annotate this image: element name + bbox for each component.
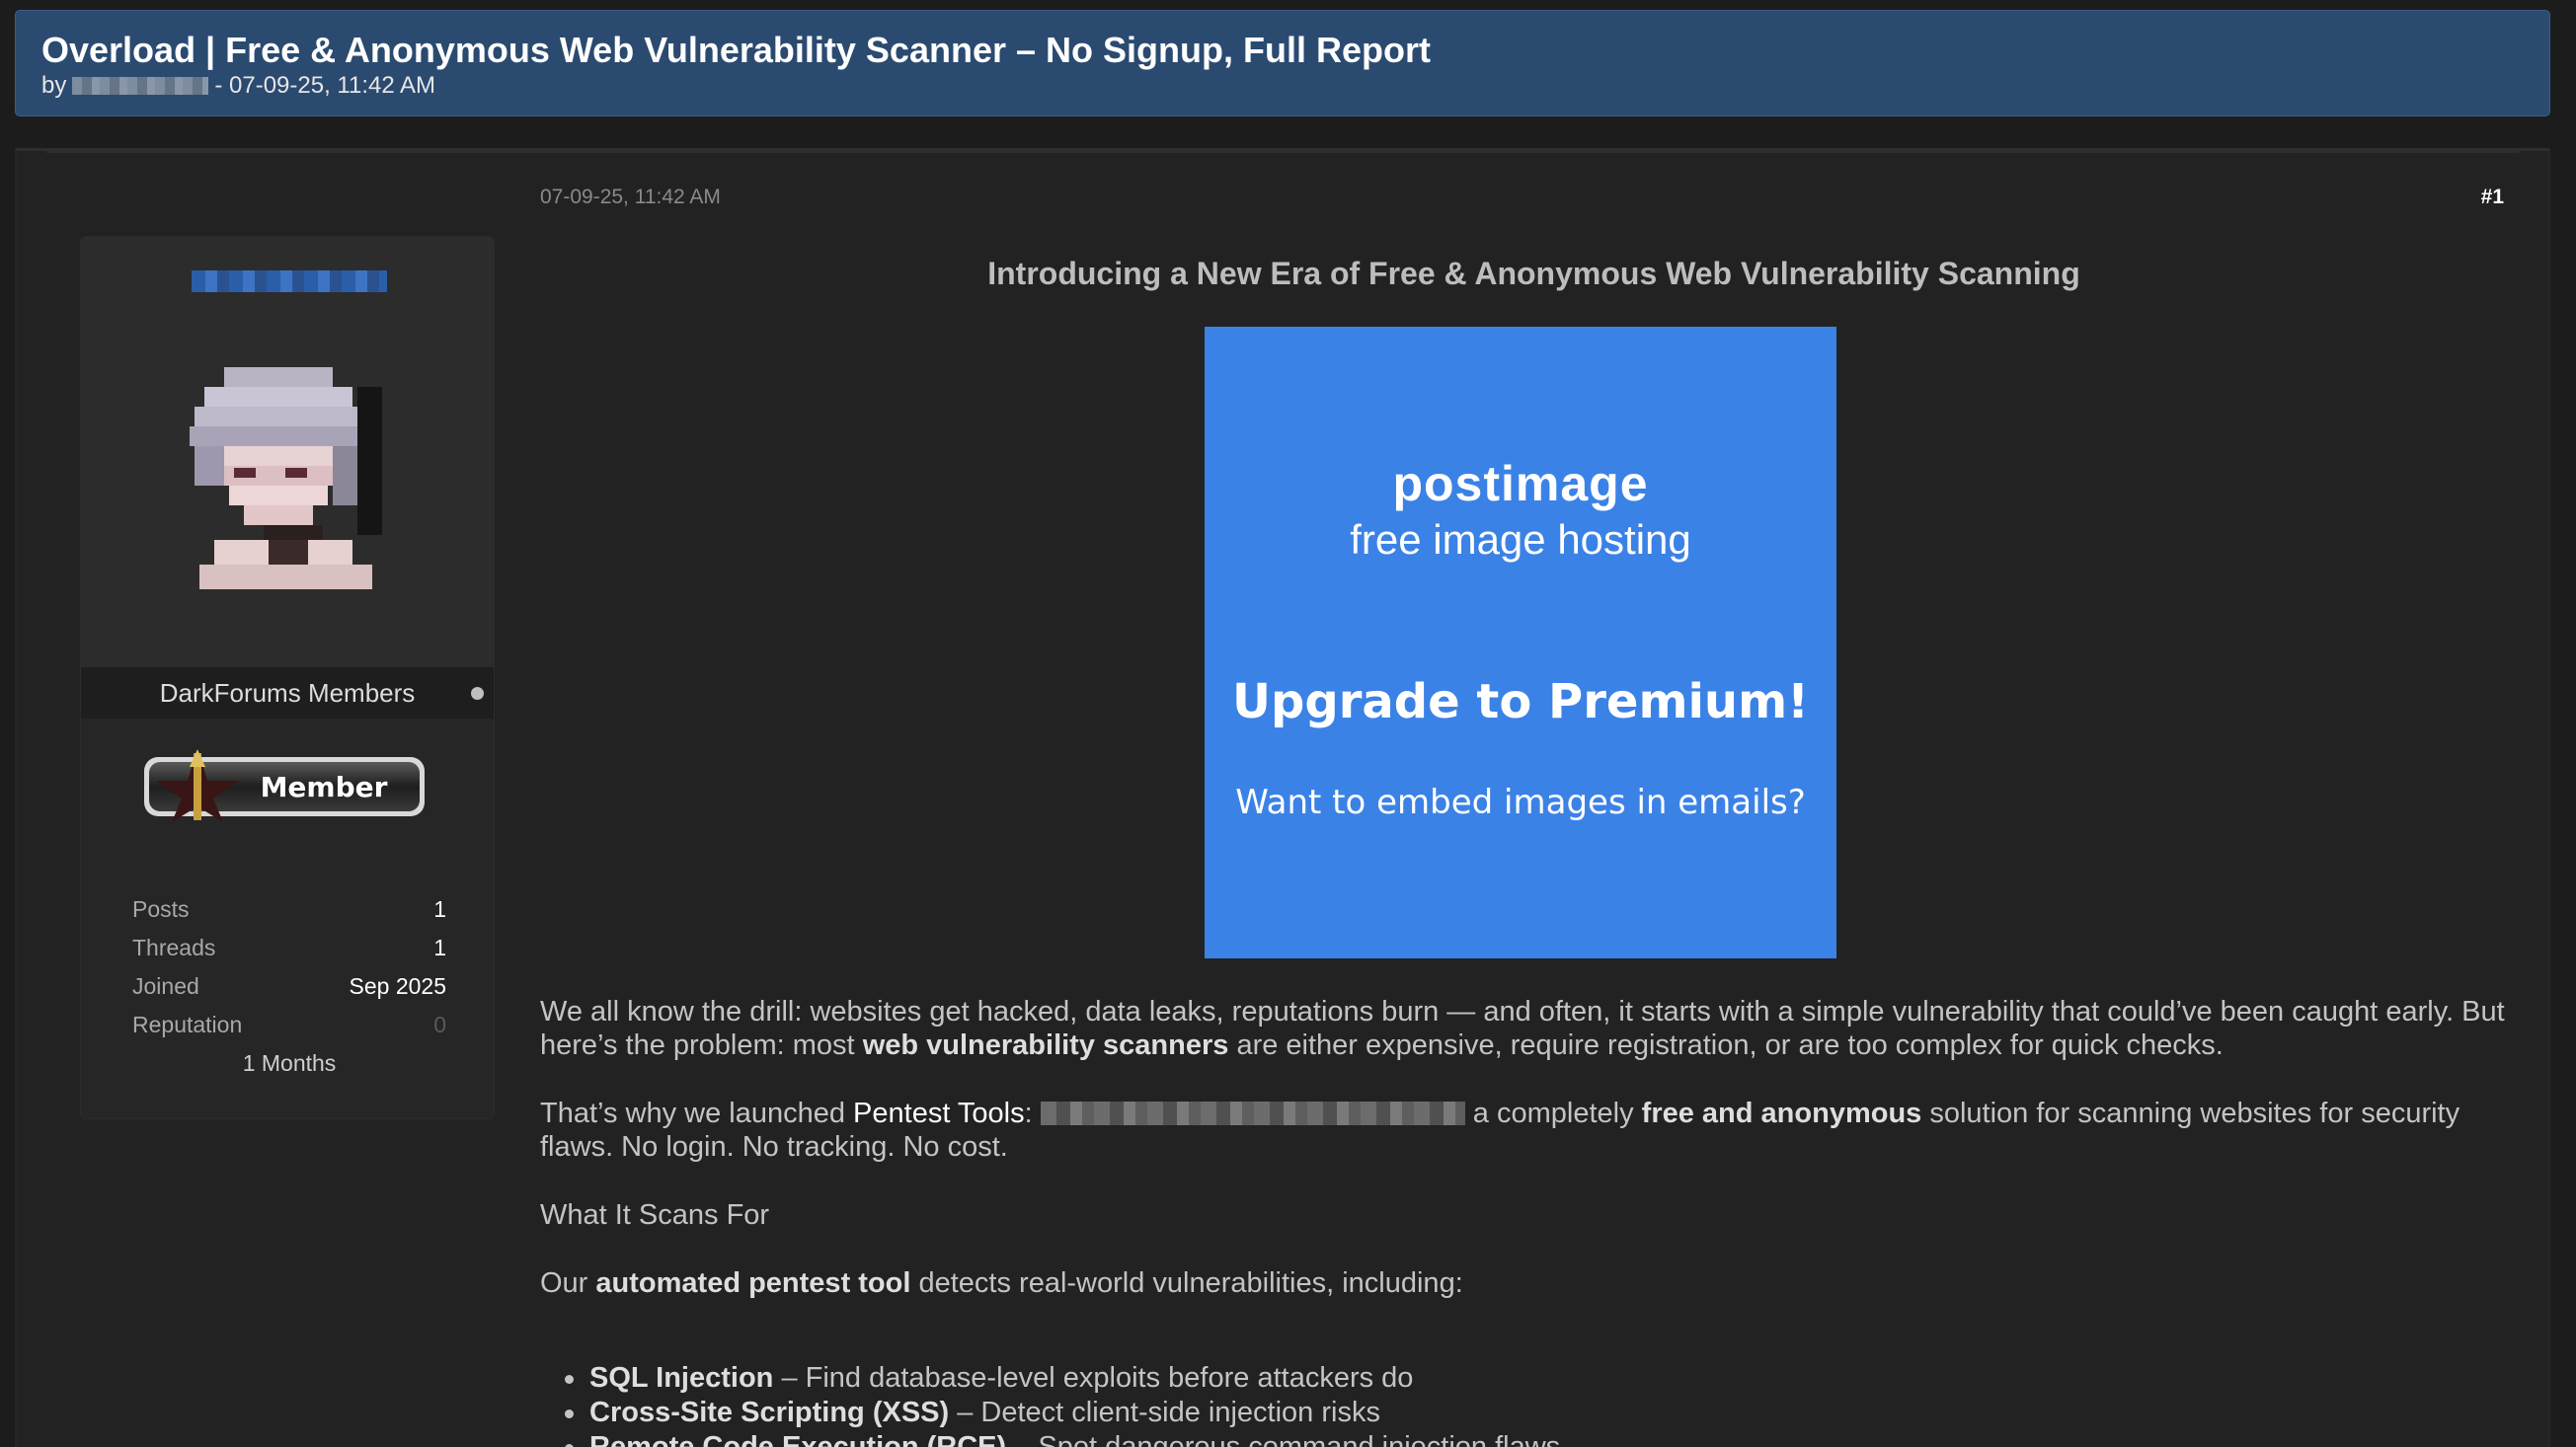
- vulnerability-list: SQL Injection – Find database-level expl…: [540, 1361, 2515, 1447]
- stat-value[interactable]: 1: [433, 929, 446, 967]
- membership-duration: 1 Months: [242, 1050, 337, 1076]
- post-number-link[interactable]: #1: [2481, 186, 2504, 209]
- stat-label: Reputation: [132, 1012, 243, 1037]
- user-group-row: DarkForums Members: [81, 667, 494, 719]
- text-span: a completely: [1464, 1098, 1642, 1129]
- stat-posts: Posts 1: [132, 890, 446, 929]
- list-item: SQL Injection – Find database-level expl…: [565, 1361, 2515, 1396]
- text-span: :: [1024, 1098, 1041, 1129]
- thread-header: Overload | Free & Anonymous Web Vulnerab…: [15, 10, 2550, 116]
- user-stats: Posts 1 Threads 1 Joined Sep 2025 Reputa…: [132, 890, 446, 1083]
- stat-label: Posts: [132, 896, 190, 922]
- redacted-link[interactable]: [1040, 1102, 1465, 1125]
- stat-reputation: Reputation 0: [132, 1006, 446, 1044]
- list-item: Cross-Site Scripting (XSS) – Detect clie…: [565, 1396, 2515, 1430]
- member-rank-badge: Member: [144, 747, 425, 822]
- paragraph-intro: We all know the drill: websites get hack…: [540, 995, 2515, 1062]
- byline-by: by: [41, 72, 67, 99]
- post-heading: Introducing a New Era of Free & Anonymou…: [987, 256, 2080, 291]
- byline-date: - 07-09-25, 11:42 AM: [214, 72, 436, 99]
- image-logo-text: postimage: [1392, 456, 1649, 511]
- text-span: are either expensive, require registrati…: [1228, 1029, 2224, 1061]
- post: DarkForums Members Member Posts 1 Thread…: [15, 148, 2550, 1447]
- embedded-image[interactable]: postimage free image hosting Upgrade to …: [1205, 327, 1836, 958]
- image-caption: Want to embed images in emails?: [1235, 783, 1806, 822]
- vuln-desc: – Spot dangerous command injection flaws: [1006, 1431, 1561, 1447]
- paragraph-detects: Our automated pentest tool detects real-…: [540, 1266, 2515, 1300]
- user-profile-box: DarkForums Members Member Posts 1 Thread…: [80, 236, 495, 1119]
- vuln-name: Remote Code Execution (RCE): [589, 1431, 1007, 1447]
- image-subtitle: free image hosting: [1350, 516, 1691, 563]
- stat-value[interactable]: 1: [433, 890, 446, 929]
- vuln-name: SQL Injection: [589, 1362, 774, 1394]
- paragraph-subheading: What It Scans For: [540, 1199, 770, 1231]
- post-body: We all know the drill: websites get hack…: [540, 995, 2515, 1447]
- thread-byline: by - 07-09-25, 11:42 AM: [41, 72, 2525, 100]
- image-headline: Upgrade to Premium!: [1232, 674, 1809, 729]
- vuln-desc: – Find database-level exploits before at…: [773, 1362, 1414, 1394]
- stat-label: Threads: [132, 935, 216, 960]
- thread-title[interactable]: Overload | Free & Anonymous Web Vulnerab…: [41, 29, 2525, 72]
- post-date: 07-09-25, 11:42 AM: [540, 186, 721, 208]
- bold-text: web vulnerability scanners: [862, 1029, 1229, 1061]
- vuln-name: Cross-Site Scripting (XSS): [589, 1397, 950, 1428]
- stat-label: Joined: [132, 973, 199, 999]
- user-profile-header: [81, 237, 494, 667]
- user-group-label: DarkForums Members: [159, 677, 416, 708]
- text-span: detects real-world vulnerabilities, incl…: [910, 1267, 1463, 1299]
- paragraph-launch: That’s why we launched Pentest Tools: a …: [540, 1097, 2515, 1164]
- text-span: That’s why we launched: [540, 1098, 854, 1129]
- divider: [46, 151, 2519, 153]
- bold-text: automated pentest tool: [595, 1267, 911, 1299]
- stat-threads: Threads 1: [132, 929, 446, 967]
- username-redacted[interactable]: [192, 270, 387, 292]
- vuln-desc: – Detect client-side injection risks: [949, 1397, 1380, 1428]
- stat-value[interactable]: 0: [433, 1006, 446, 1044]
- status-indicator: [471, 687, 484, 700]
- bold-text: free and anonymous: [1641, 1098, 1922, 1129]
- text-span: Our: [540, 1267, 596, 1299]
- avatar[interactable]: [175, 347, 402, 594]
- tool-name: Pentest Tools: [853, 1098, 1025, 1129]
- stat-joined: Joined Sep 2025: [132, 967, 446, 1006]
- member-badge-label: Member: [261, 771, 388, 803]
- stat-value: Sep 2025: [349, 973, 446, 999]
- author-name-redacted[interactable]: [72, 77, 209, 95]
- list-item: Remote Code Execution (RCE) – Spot dange…: [565, 1430, 2515, 1447]
